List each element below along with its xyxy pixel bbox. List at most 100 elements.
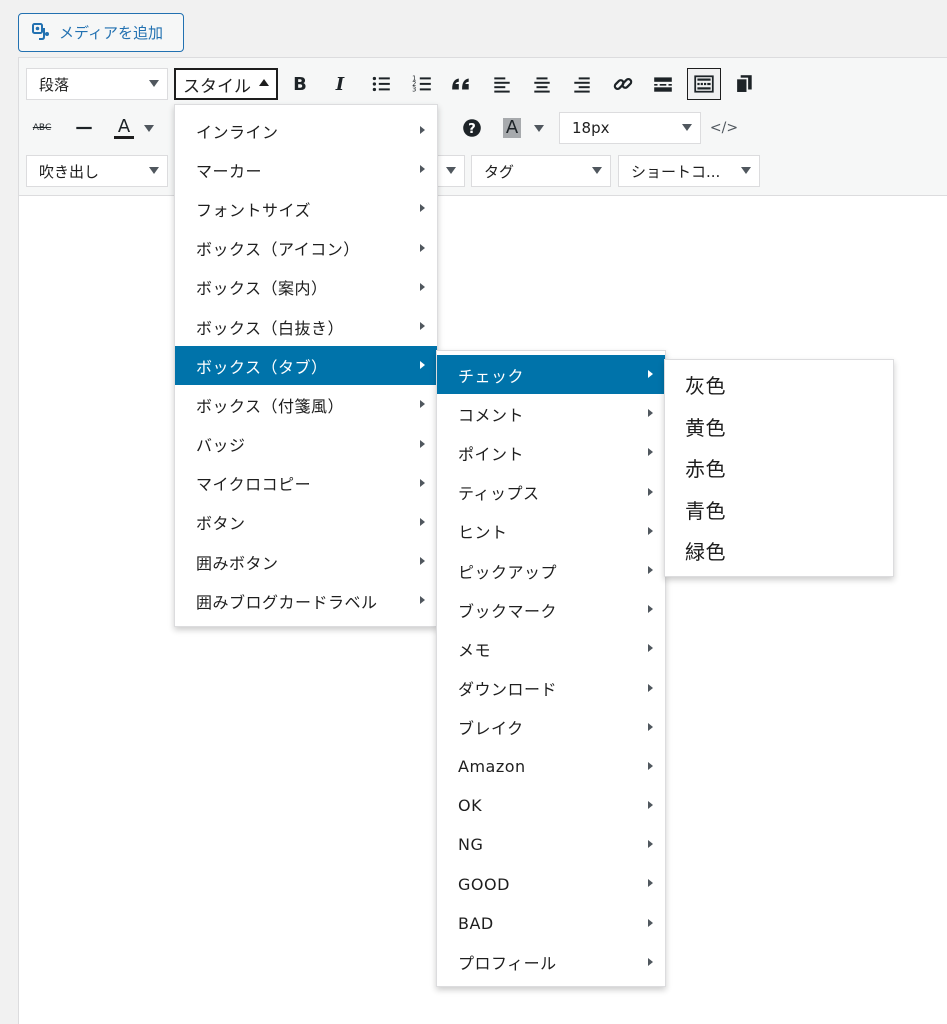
keyboard-icon [694,75,714,93]
insert-more-button[interactable] [646,68,680,100]
help-button[interactable]: ? [455,112,489,144]
background-color-dropdown[interactable] [529,112,549,144]
align-center-button[interactable] [525,68,559,100]
box-tab-submenu: チェック コメント ポイント ティップスヒントピックアップブックマークメモダウンロード… [436,350,666,987]
tab-menu-item[interactable]: BAD [437,904,665,943]
tab-menu-item[interactable]: ティップス [437,473,665,512]
align-left-button[interactable] [485,68,519,100]
bold-button[interactable]: B [283,68,317,100]
color-menu-item[interactable]: 赤色 [665,447,893,489]
tab-menu-item[interactable]: ダウンロード [437,669,665,708]
style-menu-item[interactable]: インライン [175,111,437,150]
align-right-button[interactable] [565,68,599,100]
style-menu-item[interactable]: バッジ [175,425,437,464]
chevron-down-icon [682,124,692,131]
style-menu-item-label: ボックス（タブ） [196,357,328,377]
bullet-list-button[interactable] [364,68,398,100]
style-menu-item[interactable]: マーカー [175,150,437,189]
style-menu-item[interactable]: ボックス（タブ） [175,346,437,386]
text-color-icon: A [117,115,131,137]
tab-menu-item[interactable]: ピックアップ [437,551,665,590]
tab-menu-item[interactable]: NG [437,825,665,864]
color-menu-item-label: 緑色 [685,540,726,565]
color-menu-item-label: 青色 [685,498,726,523]
add-media-button[interactable]: メディアを追加 [18,13,184,52]
balloon-select[interactable]: 吹き出し [26,155,168,187]
color-menu-item[interactable]: 灰色 [665,364,893,406]
color-menu-item[interactable]: 黄色 [665,406,893,448]
tab-menu-item-label: ヒント [458,523,508,543]
tab-menu-item[interactable]: プロフィール [437,943,665,982]
format-select[interactable]: 段落 [26,68,168,100]
tab-menu-item-label: ピックアップ [458,562,558,582]
style-menu-item-label: マーカー [196,161,263,181]
hidden-select[interactable] [437,155,465,187]
background-color-icon: A [502,118,522,138]
tab-menu-item[interactable]: チェック [437,355,665,395]
style-menu-item-label: バッジ [196,436,246,456]
style-menu-item[interactable]: 囲みブログカードラベル [175,581,437,620]
style-menu-item[interactable]: マイクロコピー [175,464,437,503]
style-select[interactable]: スタイル [174,68,278,100]
svg-text:3: 3 [412,86,416,94]
read-more-icon [654,77,672,92]
font-size-value: 18px [572,119,610,137]
style-menu-item[interactable]: ボックス（付箋風） [175,385,437,424]
strikethrough-icon: ABC [32,123,52,133]
svg-text:?: ? [468,122,476,137]
editor-toolbar: 段落 スタイル B I 123 ABC A ? A 18px </> 吹き出し … [19,58,947,196]
style-menu-item[interactable]: 囲みボタン [175,542,437,581]
add-media-label: メディアを追加 [59,24,163,42]
tab-menu-item[interactable]: GOOD [437,864,665,903]
color-menu-item[interactable]: 青色 [665,489,893,531]
horizontal-line-button[interactable] [67,112,101,144]
style-menu-item[interactable]: ボックス（アイコン） [175,229,437,268]
tab-menu-item[interactable]: ブレイク [437,708,665,747]
chevron-right-icon [420,557,425,566]
text-color-button[interactable]: A [107,112,141,144]
strikethrough-button[interactable]: ABC [25,112,59,144]
style-menu-item[interactable]: ボックス（案内） [175,268,437,307]
chevron-up-icon [259,79,269,86]
tab-menu-item-label: BAD [458,913,494,933]
tab-menu-item-label: メモ [458,640,492,660]
style-menu-item[interactable]: フォントサイズ [175,189,437,228]
text-color-dropdown[interactable] [139,112,159,144]
tag-select[interactable]: タグ [471,155,611,187]
color-menu-item[interactable]: 緑色 [665,530,893,572]
style-menu-item[interactable]: ボタン [175,503,437,542]
numbered-list-button[interactable]: 123 [405,68,439,100]
style-menu-item-label: 囲みブログカードラベル [196,592,378,612]
tab-menu-item[interactable]: ヒント [437,512,665,551]
style-menu-item[interactable]: ボックス（白抜き） [175,307,437,346]
chevron-down-icon [149,167,159,174]
shortcode-select[interactable]: ショートコ... [618,155,760,187]
style-menu-item-label: マイクロコピー [196,475,312,495]
chevron-right-icon [420,517,425,526]
tab-menu-item[interactable]: OK [437,786,665,825]
insert-link-button[interactable] [606,68,640,100]
italic-button[interactable]: I [323,68,357,100]
blockquote-button[interactable] [444,68,478,100]
media-icon [31,21,51,45]
tab-menu-item-label: ブレイク [458,719,524,739]
toolbar-toggle-button[interactable] [687,68,721,100]
tab-menu-item-label: Amazon [458,756,526,776]
tab-menu-item[interactable]: ポイント [437,433,665,472]
align-center-icon [534,77,550,93]
tab-menu-item[interactable]: メモ [437,629,665,668]
tab-menu-item[interactable]: Amazon [437,747,665,786]
code-button[interactable]: </> [707,112,741,144]
bold-icon: B [293,73,307,95]
tab-menu-item-label: GOOD [458,874,510,894]
background-color-button[interactable]: A [495,112,529,144]
chevron-right-icon [420,439,425,448]
tab-menu-item[interactable]: コメント [437,394,665,433]
style-menu-item-label: フォントサイズ [196,200,312,220]
quote-icon [452,78,469,90]
style-menu-item-label: ボタン [196,514,246,534]
copy-button[interactable] [727,68,761,100]
tab-menu-item[interactable]: ブックマーク [437,590,665,629]
font-size-select[interactable]: 18px [559,112,701,144]
chevron-right-icon [648,487,653,496]
